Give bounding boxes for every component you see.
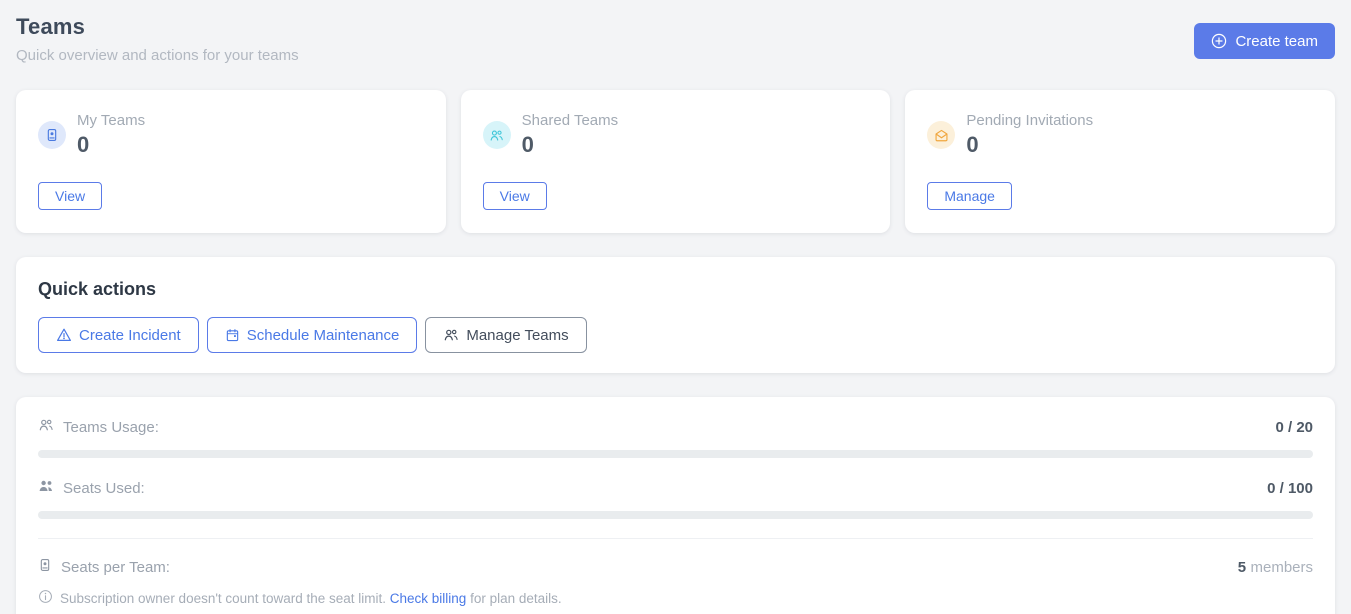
create-incident-label: Create Incident (79, 327, 181, 344)
seats-per-team-row: Seats per Team: 5 members (38, 558, 1313, 577)
stat-value: 0 (522, 132, 618, 158)
check-billing-link[interactable]: Check billing (390, 591, 467, 606)
users-icon (483, 121, 511, 149)
usage-panel: Teams Usage: 0 / 20 Seats Used: 0 / 100 (16, 397, 1335, 614)
note-text-before: Subscription owner doesn't count toward … (60, 591, 386, 606)
stat-card-shared-teams: Shared Teams 0 View (461, 90, 891, 233)
manage-teams-label: Manage Teams (466, 327, 568, 344)
teams-usage-row: Teams Usage: 0 / 20 (38, 417, 1313, 438)
users-outline-icon (38, 417, 54, 438)
manage-teams-button[interactable]: Manage Teams (425, 317, 586, 353)
page-header-text: Teams Quick overview and actions for you… (16, 14, 299, 64)
seats-per-team-unit: members (1250, 559, 1313, 576)
seats-per-team-value: 5 (1238, 559, 1246, 576)
warning-triangle-icon (56, 327, 72, 343)
teams-usage-progressbar (38, 450, 1313, 458)
seats-used-row: Seats Used: 0 / 100 (38, 478, 1313, 499)
seats-per-team-label: Seats per Team: (61, 559, 170, 576)
teams-page: Teams Quick overview and actions for you… (0, 0, 1351, 614)
stats-row: My Teams 0 View Shared Teams 0 View (16, 90, 1335, 233)
stat-label: My Teams (77, 112, 145, 129)
quick-actions-title: Quick actions (38, 279, 1313, 300)
create-incident-button[interactable]: Create Incident (38, 317, 199, 353)
seats-used-label: Seats Used: (63, 480, 145, 497)
info-circle-icon (38, 589, 53, 607)
page-subtitle: Quick overview and actions for your team… (16, 47, 299, 64)
manage-invitations-button[interactable]: Manage (927, 182, 1012, 210)
stat-value: 0 (966, 132, 1093, 158)
id-badge-icon (38, 121, 66, 149)
quick-actions-panel: Quick actions Create Incident Schedule M… (16, 257, 1335, 373)
users-icon (443, 327, 459, 343)
teams-usage-value: 0 / 20 (1275, 419, 1313, 436)
stat-value: 0 (77, 132, 145, 158)
stat-label: Pending Invitations (966, 112, 1093, 129)
envelope-open-icon (927, 121, 955, 149)
seats-used-progressbar (38, 511, 1313, 519)
plus-circle-icon (1211, 33, 1227, 49)
page-header: Teams Quick overview and actions for you… (16, 14, 1335, 64)
teams-usage-label: Teams Usage: (63, 419, 159, 436)
stat-label: Shared Teams (522, 112, 618, 129)
stat-card-pending-invitations: Pending Invitations 0 Manage (905, 90, 1335, 233)
quick-actions-buttons: Create Incident Schedule Maintenance Man… (38, 317, 1313, 353)
schedule-maintenance-label: Schedule Maintenance (247, 327, 400, 344)
id-badge-icon (38, 558, 52, 577)
seat-limit-note: Subscription owner doesn't count toward … (38, 589, 1313, 607)
page-title: Teams (16, 14, 299, 40)
stat-card-my-teams: My Teams 0 View (16, 90, 446, 233)
view-shared-teams-button[interactable]: View (483, 182, 547, 210)
create-team-button[interactable]: Create team (1194, 23, 1335, 59)
create-team-label: Create team (1235, 33, 1318, 50)
view-my-teams-button[interactable]: View (38, 182, 102, 210)
note-text-after: for plan details. (470, 591, 562, 606)
schedule-maintenance-button[interactable]: Schedule Maintenance (207, 317, 418, 353)
seats-used-value: 0 / 100 (1267, 480, 1313, 497)
calendar-icon (225, 328, 240, 343)
usage-divider (38, 538, 1313, 539)
users-filled-icon (38, 478, 54, 499)
